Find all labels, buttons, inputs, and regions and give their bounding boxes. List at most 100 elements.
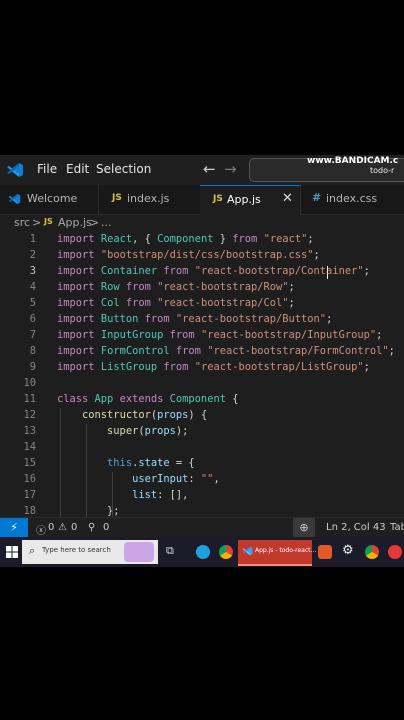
code-line[interactable]: 10 <box>0 376 404 392</box>
code-line[interactable]: 16 userInput: "", <box>0 472 404 488</box>
code-text[interactable]: import React, { Component } from "react"… <box>57 233 314 245</box>
line-number: 13 <box>23 425 36 437</box>
code-text[interactable]: import Container from "react-bootstrap/C… <box>57 265 370 277</box>
code-text[interactable]: class App extends Component { <box>57 393 239 405</box>
code-text[interactable]: import ListGroup from "react-bootstrap/L… <box>57 361 370 373</box>
code-line[interactable]: 9 import ListGroup from "react-bootstrap/… <box>0 360 404 376</box>
ports-count[interactable]: 0 <box>103 522 109 533</box>
code-line[interactable]: 1 import React, { Component } from "react… <box>0 232 404 248</box>
warning-icon: ⚠ <box>58 522 67 533</box>
code-text[interactable]: import Row from "react-bootstrap/Row"; <box>57 281 295 293</box>
settings-gear-icon[interactable]: ⚙ <box>342 543 354 558</box>
recorder-icon[interactable] <box>388 545 402 559</box>
tab-label: index.js <box>127 192 170 205</box>
code-text[interactable]: userInput: "", <box>57 473 220 485</box>
error-icon: ⓧ <box>36 526 46 537</box>
tab-index-js[interactable]: JS index.js <box>98 185 201 214</box>
tab-app-js[interactable]: JS App.js ✕ <box>200 185 301 215</box>
code-line[interactable]: 7 import InputGroup from "react-bootstrap… <box>0 328 404 344</box>
bandicam-watermark: www.BANDICAM.c <box>307 156 399 166</box>
menu-file[interactable]: File <box>37 162 57 176</box>
menu-edit[interactable]: Edit <box>66 162 89 176</box>
css-file-icon: # <box>312 191 322 204</box>
code-text[interactable]: import Button from "react-bootstrap/Butt… <box>57 313 332 325</box>
code-text[interactable]: this.state = { <box>57 457 195 469</box>
taskbar-app-vscode[interactable]: App.js - todo-react... <box>238 540 316 566</box>
breadcrumb-more[interactable]: ... <box>101 216 112 229</box>
line-number: 5 <box>29 297 36 309</box>
warning-count[interactable]: 0 <box>71 522 77 533</box>
remote-icon: ⚡ <box>10 521 18 534</box>
search-highlight-image <box>124 542 154 562</box>
line-number: 16 <box>23 473 36 485</box>
vscode-window: File Edit Selection ← → www.BANDICAM.c t… <box>0 155 404 567</box>
code-line[interactable]: 5 import Col from "react-bootstrap/Col"; <box>0 296 404 312</box>
line-number: 11 <box>23 393 36 405</box>
search-icon: ⌕ <box>29 544 36 557</box>
close-icon[interactable]: ✕ <box>282 191 293 206</box>
code-text[interactable]: super(props); <box>57 425 188 437</box>
indentation-setting[interactable]: Tab <box>390 522 404 533</box>
task-view-icon[interactable]: ⧉ <box>166 544 174 558</box>
js-file-icon: JS <box>44 217 53 226</box>
code-text[interactable]: import Col from "react-bootstrap/Col"; <box>57 297 295 309</box>
edge-icon[interactable] <box>196 545 210 559</box>
js-file-icon: JS <box>112 193 122 203</box>
code-text[interactable]: }; <box>57 505 120 517</box>
forward-arrow-icon[interactable]: → <box>224 160 237 178</box>
line-number: 6 <box>29 313 36 325</box>
code-line[interactable]: 15 this.state = { <box>0 456 404 472</box>
line-number: 10 <box>23 377 36 389</box>
code-line[interactable]: 11 class App extends Component { <box>0 392 404 408</box>
code-line[interactable]: 14 <box>0 440 404 456</box>
zoom-icon[interactable]: ⊕ <box>293 518 315 538</box>
code-line[interactable]: 6 import Button from "react-bootstrap/But… <box>0 312 404 328</box>
taskbar-app-label: App.js - todo-react... <box>255 547 317 554</box>
line-number: 8 <box>29 345 36 357</box>
code-line[interactable]: 4 import Row from "react-bootstrap/Row"; <box>0 280 404 296</box>
code-line[interactable]: 12 constructor(props) { <box>0 408 404 424</box>
editor-tabs: Welcome JS index.js JS App.js ✕ # index.… <box>0 185 404 215</box>
search-placeholder: Type here to search <box>42 546 111 554</box>
breadcrumb-folder[interactable]: src <box>14 216 30 229</box>
line-number: 12 <box>23 409 36 421</box>
code-text[interactable]: import InputGroup from "react-bootstrap/… <box>57 329 382 341</box>
js-file-icon: JS <box>213 194 223 204</box>
remote-indicator[interactable]: ⚡ <box>0 518 28 538</box>
code-text[interactable]: import "bootstrap/dist/css/bootstrap.css… <box>57 249 320 261</box>
status-bar: ⚡ ⓧ 0 ⚠ 0 ⚲ 0 ⊕ Ln 2, Col 43 Tab <box>0 517 404 538</box>
tab-index-css[interactable]: # index.css <box>300 185 404 214</box>
tab-welcome[interactable]: Welcome <box>0 185 99 214</box>
code-editor[interactable]: 1 import React, { Component } from "react… <box>0 232 404 520</box>
error-count[interactable]: 0 <box>48 522 54 533</box>
line-number: 7 <box>29 329 36 341</box>
brave-icon[interactable] <box>318 545 332 559</box>
chrome-icon[interactable] <box>219 545 233 559</box>
code-line[interactable]: 3 import Container from "react-bootstrap/… <box>0 264 404 280</box>
line-number: 3 <box>29 265 36 277</box>
code-line[interactable]: 2 import "bootstrap/dist/css/bootstrap.cs… <box>0 248 404 264</box>
line-number: 15 <box>23 457 36 469</box>
breadcrumb-separator: > <box>32 216 42 229</box>
tab-label: Welcome <box>27 192 78 205</box>
chrome-icon[interactable] <box>365 545 379 559</box>
code-text[interactable]: import FormControl from "react-bootstrap… <box>57 345 395 357</box>
menu-selection[interactable]: Selection <box>96 162 151 176</box>
line-number: 4 <box>29 281 36 293</box>
taskbar-search[interactable]: ⌕ Type here to search <box>22 540 158 564</box>
code-line[interactable]: 8 import FormControl from "react-bootstra… <box>0 344 404 360</box>
code-line[interactable]: 17 list: [], <box>0 488 404 504</box>
breadcrumb-separator: > <box>90 216 100 229</box>
back-arrow-icon[interactable]: ← <box>203 160 216 178</box>
vscode-logo-icon <box>7 163 23 177</box>
breadcrumb-file[interactable]: App.js <box>58 216 92 229</box>
tab-label: App.js <box>227 193 261 206</box>
title-bar: File Edit Selection ← → www.BANDICAM.c t… <box>0 155 404 185</box>
windows-start-icon[interactable] <box>6 546 18 558</box>
cursor-position[interactable]: Ln 2, Col 43 <box>326 522 386 533</box>
line-number: 17 <box>23 489 36 501</box>
code-text[interactable]: list: [], <box>57 489 188 501</box>
code-text[interactable]: constructor(props) { <box>57 409 207 421</box>
ports-icon: ⚲ <box>88 522 96 533</box>
code-line[interactable]: 13 super(props); <box>0 424 404 440</box>
